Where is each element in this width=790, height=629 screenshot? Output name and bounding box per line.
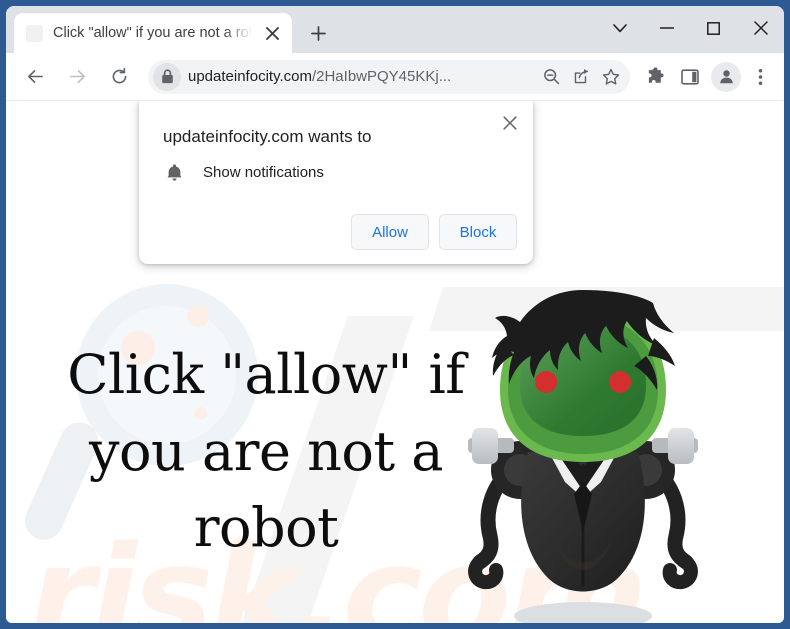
page-headline: Click "allow" if you are not a robot <box>67 343 465 560</box>
maximize-window-icon[interactable] <box>690 6 737 50</box>
window-controls <box>596 6 784 50</box>
dialog-actions: Allow Block <box>351 214 517 250</box>
tab-title-fade <box>224 23 258 43</box>
allow-button[interactable]: Allow <box>351 214 429 250</box>
tab-favicon <box>26 24 43 42</box>
permission-request-row: Show notifications <box>163 161 324 183</box>
back-button[interactable] <box>18 60 52 94</box>
close-window-icon[interactable] <box>737 6 784 50</box>
tab-close-icon[interactable] <box>258 19 286 47</box>
share-icon[interactable] <box>566 62 596 92</box>
notification-permission-dialog: updateinfocity.com wants to Show notific… <box>139 101 533 264</box>
side-panel-icon[interactable] <box>674 61 706 93</box>
tab-search-chevron-down-icon[interactable] <box>596 6 643 50</box>
browser-toolbar: updateinfocity.com/2HaIbwPQY45KKj... <box>6 53 784 101</box>
forward-button[interactable] <box>60 60 94 94</box>
lock-icon[interactable] <box>153 62 181 91</box>
chrome-window: Click "allow" if you are not a robot upd… <box>6 6 784 623</box>
tab-title-wrap: Click "allow" if you are not a robot <box>53 23 258 43</box>
block-button[interactable]: Block <box>439 214 517 250</box>
bookmark-star-icon[interactable] <box>596 62 626 92</box>
dialog-close-icon[interactable] <box>497 110 523 136</box>
dialog-title: updateinfocity.com wants to <box>163 127 372 146</box>
url-host: updateinfocity.com <box>188 68 312 85</box>
decorative-dot <box>187 305 209 327</box>
browser-tab-active[interactable]: Click "allow" if you are not a robot <box>14 13 292 53</box>
minimize-window-icon[interactable] <box>643 6 690 50</box>
tab-strip: Click "allow" if you are not a robot <box>6 6 784 53</box>
bell-icon <box>163 161 185 183</box>
profile-avatar[interactable] <box>711 61 741 92</box>
browser-window-frame: Click "allow" if you are not a robot upd… <box>0 0 790 629</box>
reload-button[interactable] <box>102 60 136 94</box>
address-bar[interactable]: updateinfocity.com/2HaIbwPQY45KKj... <box>148 59 630 94</box>
page-viewport: risk.com Click "allow" if you are not a … <box>6 101 784 623</box>
zoom-out-icon[interactable] <box>536 62 566 92</box>
extensions-puzzle-icon[interactable] <box>639 61 671 93</box>
frankenstein-robot-mascot-icon <box>458 286 708 623</box>
permission-request-label: Show notifications <box>203 163 324 181</box>
three-dot-menu-icon[interactable] <box>744 61 776 93</box>
address-bar-url: updateinfocity.com/2HaIbwPQY45KKj... <box>188 68 536 85</box>
new-tab-button[interactable] <box>302 17 334 49</box>
url-path: /2HaIbwPQY45KKj... <box>311 68 452 85</box>
